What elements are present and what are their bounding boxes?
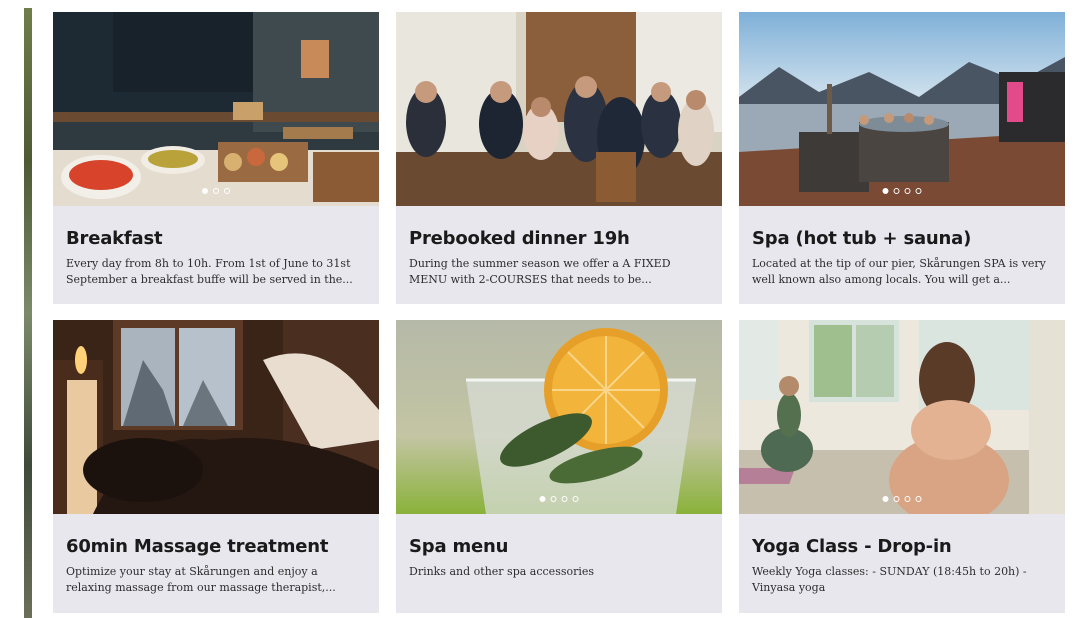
spa-photo[interactable] [739, 12, 1065, 206]
card-title: 60min Massage treatment [66, 536, 329, 557]
card-title: Yoga Class - Drop-in [752, 536, 952, 557]
carousel-dot[interactable] [904, 496, 911, 502]
activity-card-spa-menu[interactable]: Spa menu Drinks and other spa accessorie… [396, 320, 722, 613]
carousel-dot[interactable] [915, 496, 922, 502]
card-title: Spa menu [409, 536, 509, 557]
card-description: Drinks and other spa accessories [409, 565, 595, 578]
activities-grid: Breakfast Every day from 8h to 10h. From… [53, 12, 1065, 613]
carousel-dot[interactable] [572, 496, 579, 502]
carousel-dot[interactable] [915, 188, 922, 194]
card-description: Optimize your stay at Skårungen and enjo… [66, 565, 336, 594]
carousel-dots [539, 496, 579, 502]
activity-card-spa[interactable]: Spa (hot tub + sauna) Located at the tip… [739, 12, 1065, 304]
breakfast-photo[interactable] [53, 12, 379, 206]
dinner-photo[interactable] [396, 12, 722, 206]
card-title: Spa (hot tub + sauna) [752, 228, 972, 249]
yoga-photo[interactable] [739, 320, 1065, 514]
carousel-dot[interactable] [882, 496, 889, 502]
carousel-dot[interactable] [904, 188, 911, 194]
carousel-dot[interactable] [561, 496, 568, 502]
massage-photo[interactable] [53, 320, 379, 514]
carousel-dot[interactable] [224, 188, 230, 194]
carousel-dot[interactable] [202, 188, 208, 194]
carousel-dot[interactable] [550, 496, 557, 502]
carousel-dot[interactable] [213, 188, 219, 194]
activity-card-breakfast[interactable]: Breakfast Every day from 8h to 10h. From… [53, 12, 379, 304]
carousel-dots [202, 188, 230, 194]
carousel-dot[interactable] [539, 496, 546, 502]
carousel-dot[interactable] [893, 188, 900, 194]
card-description: Every day from 8h to 10h. From 1st of Ju… [66, 257, 353, 286]
carousel-dots [882, 188, 922, 194]
carousel-dots [882, 496, 922, 502]
left-edge-photo-strip [24, 8, 32, 618]
card-description: During the summer season we offer a A FI… [409, 257, 671, 286]
activity-card-yoga[interactable]: Yoga Class - Drop-in Weekly Yoga classes… [739, 320, 1065, 613]
spa-menu-photo[interactable] [396, 320, 722, 514]
activity-card-massage[interactable]: 60min Massage treatment Optimize your st… [53, 320, 379, 613]
card-title: Breakfast [66, 228, 163, 249]
carousel-dot[interactable] [882, 188, 889, 194]
card-title: Prebooked dinner 19h [409, 228, 630, 249]
card-description: Located at the tip of our pier, Skårunge… [752, 257, 1046, 286]
activity-card-dinner[interactable]: Prebooked dinner 19h During the summer s… [396, 12, 722, 304]
card-description: Weekly Yoga classes: - SUNDAY (18:45h to… [752, 565, 1027, 594]
carousel-dot[interactable] [893, 496, 900, 502]
